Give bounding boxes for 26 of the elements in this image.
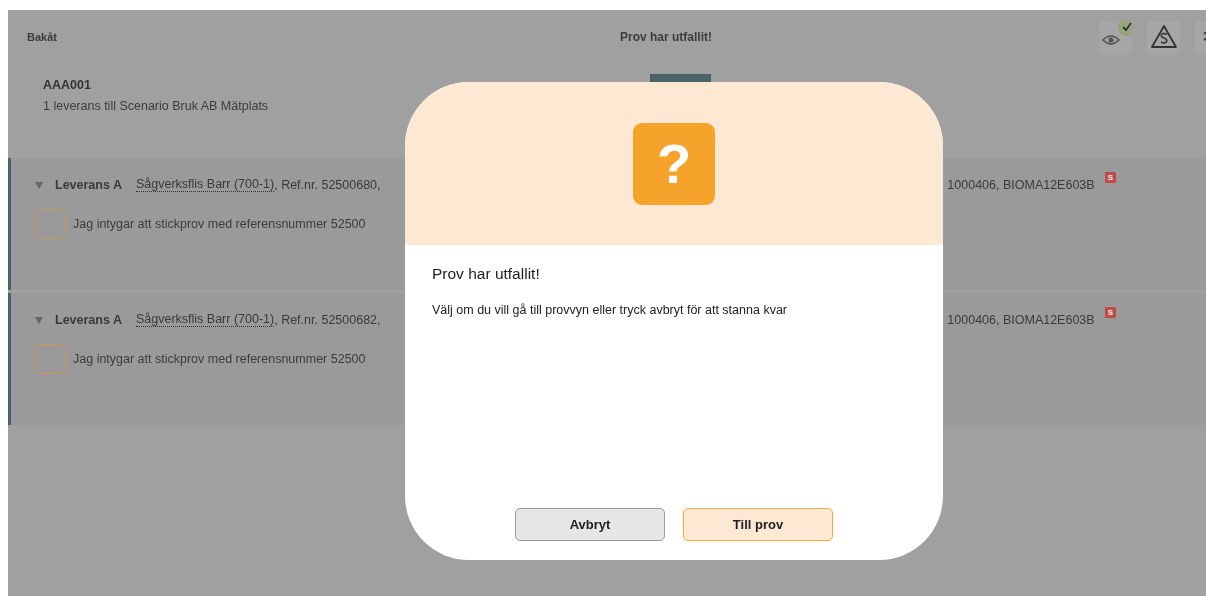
cancel-button[interactable]: Avbryt (515, 508, 665, 541)
sample-button[interactable] (1147, 20, 1180, 54)
reference-text: , Ref.nr. 52500680, (274, 177, 381, 192)
checkbox[interactable] (35, 344, 65, 374)
back-link[interactable]: Bakåt (27, 31, 57, 43)
visibility-button[interactable] (1099, 20, 1132, 54)
delivery-name: Leverans A (55, 312, 122, 327)
checkbox-label: Jag intygar att stickprov med referensnummer 52500 (73, 352, 366, 366)
question-icon: ? (633, 122, 715, 205)
confirm-button[interactable]: Till prov (683, 508, 833, 541)
reference-text: 1000406, BIOMA12E603B (947, 177, 1095, 192)
delivery-name: Leverans A (55, 177, 122, 192)
status-badge: S (1104, 306, 1116, 318)
dialog-message: Välj om du vill gå till provvyn eller tryck avbryt för att stanna kvar (432, 303, 788, 317)
page-title: Prov har utfallit! (620, 30, 712, 44)
checkbox-label: Jag intygar att stickprov med referensnummer 52500 (73, 217, 366, 231)
dialog-title: Prov har utfallit! (432, 265, 541, 283)
status-badge: S (1104, 171, 1116, 183)
order-id: AAA001 (43, 78, 91, 92)
triangle-s-icon (1149, 23, 1178, 51)
collapse-caret-icon[interactable] (35, 315, 43, 324)
order-subtitle: 1 leverans till Scenario Bruk AB Mätplats (43, 99, 269, 113)
collapse-caret-icon[interactable] (35, 180, 43, 189)
reference-text: , Ref.nr. 52500682, (274, 312, 381, 327)
checkbox[interactable] (35, 209, 65, 239)
reference-text: 1000406, BIOMA12E603B (947, 312, 1095, 327)
